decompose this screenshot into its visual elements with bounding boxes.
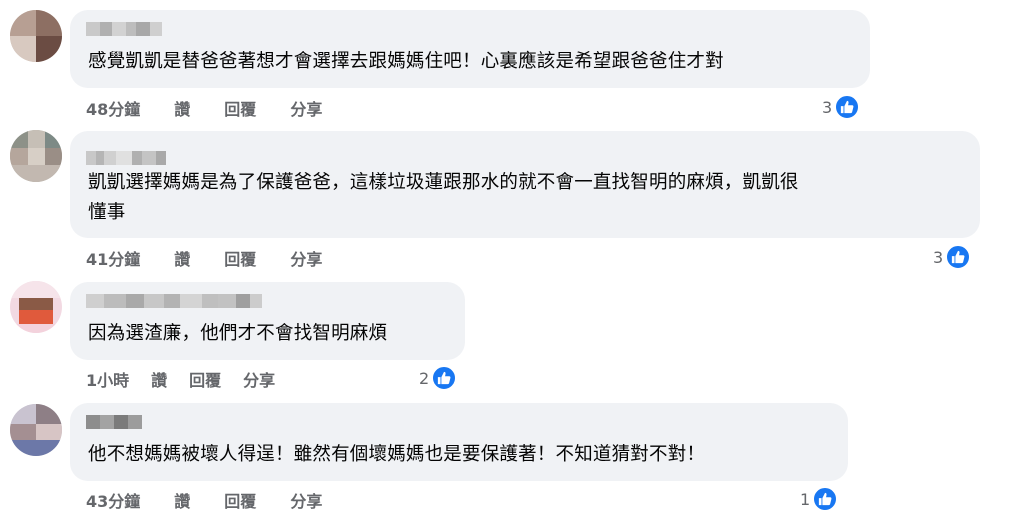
like-link[interactable]: 讚 (174, 488, 190, 512)
comment-timestamp[interactable]: 41分鐘 (86, 246, 140, 270)
comment-bubble: 感覺凱凱是替爸爸著想才會選擇去跟媽媽住吧！心裏應該是希望跟爸爸住才對 (70, 10, 870, 88)
comment-actions: 1小時 讚 回覆 分享 (86, 366, 309, 392)
avatar[interactable] (10, 130, 62, 182)
thumbs-up-icon (945, 244, 972, 270)
share-link[interactable]: 分享 (290, 488, 322, 512)
reaction-summary[interactable]: 2 (419, 365, 458, 391)
comment-timestamp[interactable]: 43分鐘 (86, 488, 140, 512)
reaction-count: 3 (933, 247, 944, 267)
comment-bubble: 因為選渣廉，他們才不會找智明麻煩 (70, 282, 465, 360)
author-name-blurred[interactable] (86, 415, 142, 429)
reaction-summary[interactable]: 3 (933, 244, 972, 270)
share-link[interactable]: 分享 (243, 367, 275, 391)
reply-link[interactable]: 回覆 (189, 367, 221, 391)
like-link[interactable]: 讚 (174, 96, 190, 120)
comment-timestamp[interactable]: 1小時 (86, 367, 129, 391)
share-link[interactable]: 分享 (290, 246, 322, 270)
reaction-count: 1 (800, 489, 811, 509)
author-name-blurred[interactable] (86, 151, 166, 165)
reply-link[interactable]: 回覆 (224, 246, 256, 270)
comment-text: 凱凱選擇媽媽是為了保護爸爸，這樣垃圾蓮跟那水的就不會一直找智明的麻煩，凱凱很 懂… (88, 172, 799, 223)
comment-actions: 48分鐘 讚 回覆 分享 (86, 95, 356, 121)
comment-text: 他不想媽媽被壞人得逞！雖然有個壞媽媽也是要保護著！不知道猜對不對！ (88, 444, 706, 465)
comment-text: 感覺凱凱是替爸爸著想才會選擇去跟媽媽住吧！心裏應該是希望跟爸爸住才對 (88, 51, 724, 72)
author-name-blurred[interactable] (86, 22, 162, 36)
thumbs-up-icon (834, 94, 861, 120)
share-link[interactable]: 分享 (290, 96, 322, 120)
avatar[interactable] (10, 281, 62, 333)
author-name-blurred[interactable] (86, 294, 262, 308)
reaction-count: 3 (822, 97, 833, 117)
reaction-summary[interactable]: 1 (800, 486, 839, 512)
comment-actions: 41分鐘 讚 回覆 分享 (86, 245, 356, 271)
reply-link[interactable]: 回覆 (224, 96, 256, 120)
comment-bubble: 他不想媽媽被壞人得逞！雖然有個壞媽媽也是要保護著！不知道猜對不對！ (70, 403, 848, 481)
avatar[interactable] (10, 404, 62, 456)
thumbs-up-icon (812, 486, 839, 512)
reply-link[interactable]: 回覆 (224, 488, 256, 512)
comment-text: 因為選渣廉，他們才不會找智明麻煩 (88, 323, 388, 344)
reaction-count: 2 (419, 368, 430, 388)
thumbs-up-icon (431, 365, 458, 391)
avatar[interactable] (10, 10, 62, 62)
comment-actions: 43分鐘 讚 回覆 分享 (86, 487, 356, 513)
comment-bubble: 凱凱選擇媽媽是為了保護爸爸，這樣垃圾蓮跟那水的就不會一直找智明的麻煩，凱凱很 懂… (70, 131, 980, 238)
reaction-summary[interactable]: 3 (822, 94, 861, 120)
like-link[interactable]: 讚 (151, 367, 167, 391)
like-link[interactable]: 讚 (174, 246, 190, 270)
comment-timestamp[interactable]: 48分鐘 (86, 96, 140, 120)
